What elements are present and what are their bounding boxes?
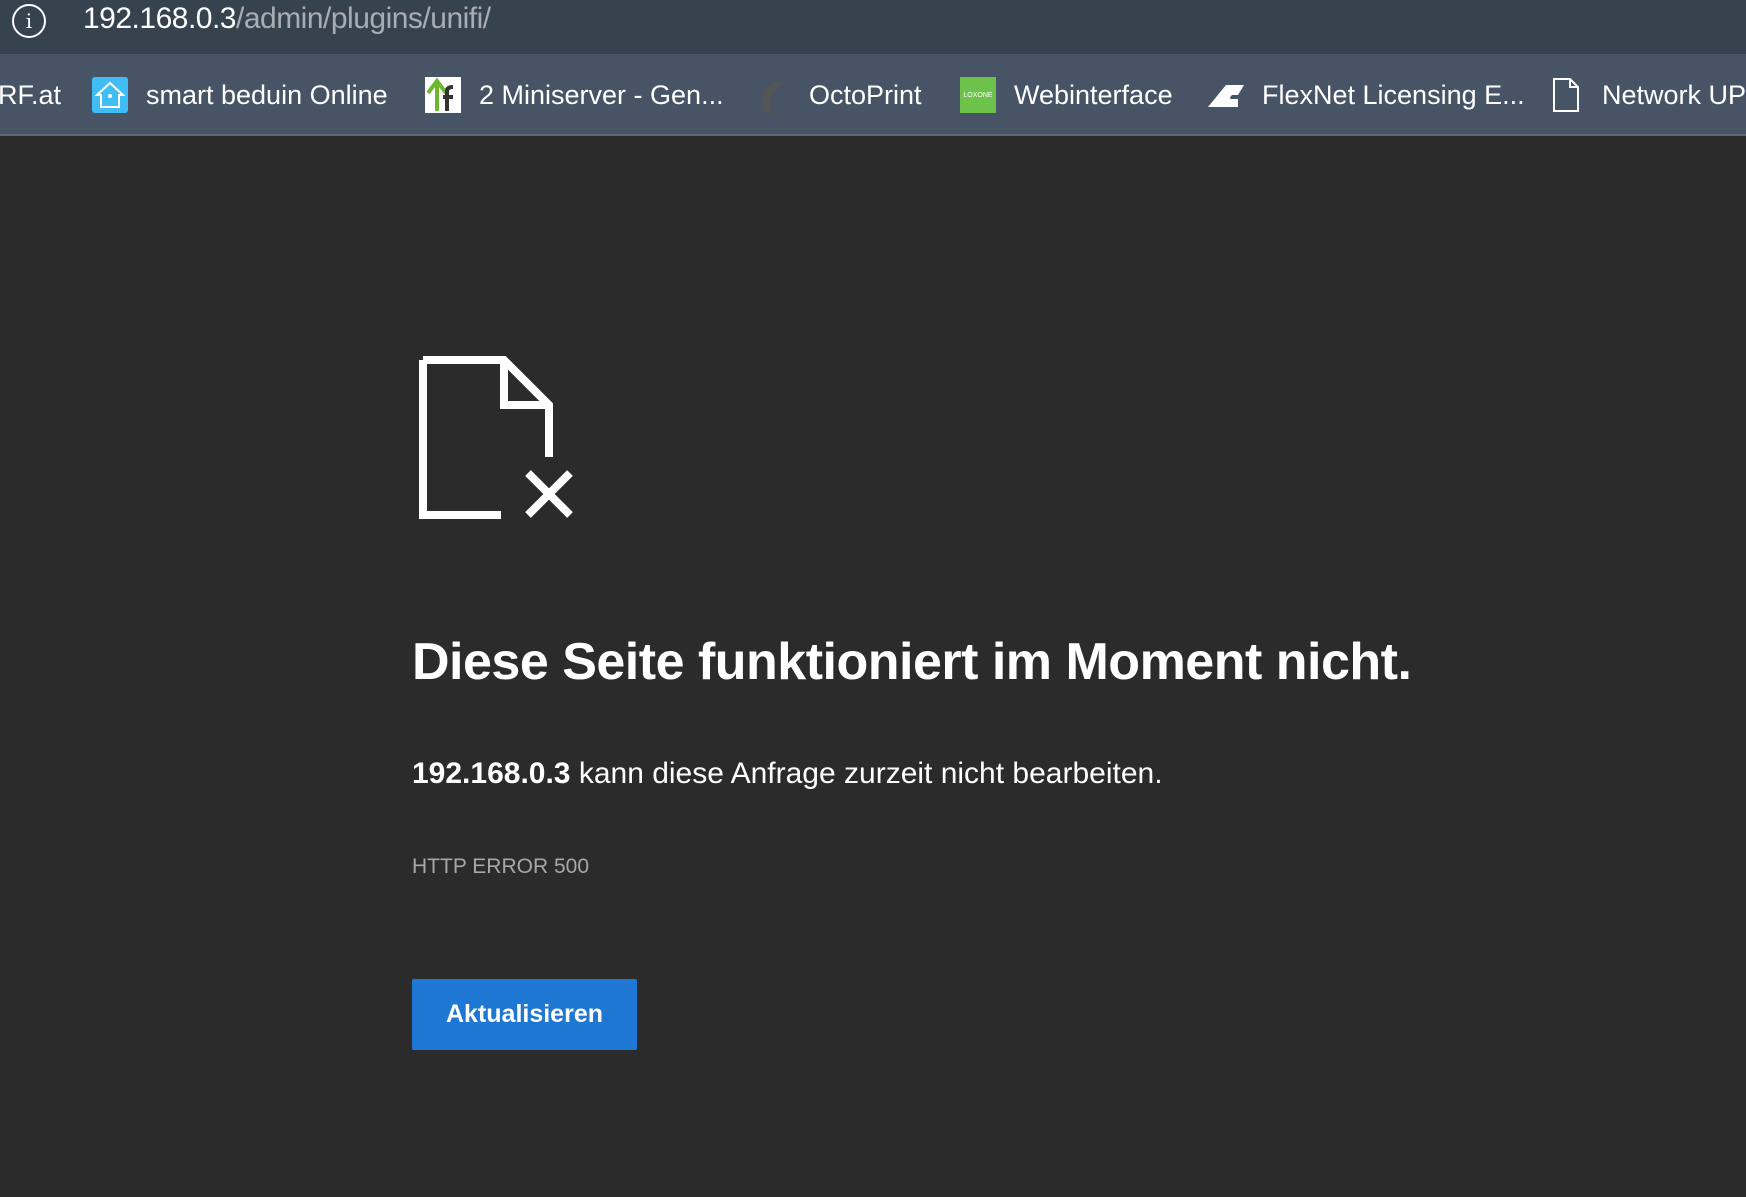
broken-page-icon xyxy=(419,356,573,519)
bookmarks-bar: RF.at smart beduin Online 2 Miniserver -… xyxy=(0,54,1746,136)
miniserver-icon xyxy=(425,77,461,113)
file-icon xyxy=(1553,78,1579,112)
error-code: HTTP ERROR 500 xyxy=(412,855,589,878)
loxone-icon: LOXONE xyxy=(960,77,996,113)
bookmark-smart-beduin[interactable]: smart beduin Online xyxy=(92,76,388,114)
reload-button[interactable]: Aktualisieren xyxy=(412,979,637,1050)
bookmark-octoprint[interactable]: OctoPrint xyxy=(755,76,922,114)
bookmark-network-ups[interactable]: Network UPS xyxy=(1548,76,1746,114)
site-info-icon[interactable]: i xyxy=(12,4,46,38)
bookmark-miniserver[interactable]: 2 Miniserver - Gen... xyxy=(425,76,724,114)
error-host: 192.168.0.3 xyxy=(412,757,571,790)
home-assistant-icon xyxy=(92,77,128,113)
bookmark-flexnet[interactable]: FlexNet Licensing E... xyxy=(1208,76,1525,114)
address-bar[interactable]: i 192.168.0.3/admin/plugins/unifi/ xyxy=(0,0,1746,54)
error-description: 192.168.0.3 kann diese Anfrage zurzeit n… xyxy=(412,757,1163,790)
error-title: Diese Seite funktioniert im Moment nicht… xyxy=(412,633,1412,691)
octoprint-icon xyxy=(762,82,785,113)
url-text[interactable]: 192.168.0.3/admin/plugins/unifi/ xyxy=(83,2,491,36)
bookmark-webinterface[interactable]: LOXONE Webinterface xyxy=(960,76,1173,114)
bookmark-rf[interactable]: RF.at xyxy=(0,76,61,114)
flexnet-icon xyxy=(1208,85,1244,107)
